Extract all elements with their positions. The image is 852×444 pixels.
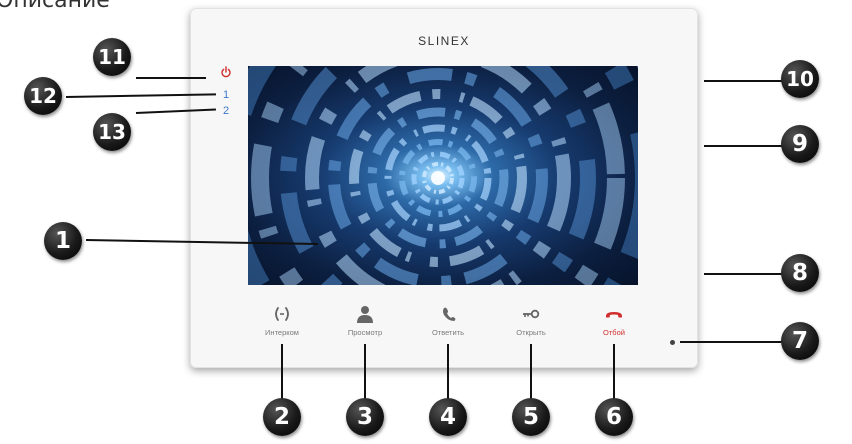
leader-line-8 — [704, 273, 782, 275]
brand-logo: SLINEX — [418, 34, 470, 48]
callout-11: 11 — [93, 38, 131, 76]
answer-phone-icon — [418, 303, 478, 325]
monitor-button[interactable]: Просмотр — [335, 303, 395, 337]
callout-1: 1 — [44, 222, 82, 260]
callout-4: 4 — [429, 398, 467, 436]
callout-8: 8 — [781, 254, 819, 292]
leader-line-2 — [281, 344, 283, 400]
callout-5: 5 — [512, 398, 550, 436]
callout-2: 2 — [263, 398, 301, 436]
page-title: Описание — [0, 0, 110, 13]
leader-line-6 — [613, 344, 615, 400]
hangup-button-label: Отбой — [603, 328, 625, 337]
microphone — [670, 340, 675, 345]
callout-13: 13 — [93, 113, 131, 151]
power-indicator-icon — [220, 66, 232, 78]
answer-button[interactable]: Ответить — [418, 303, 478, 337]
callout-9: 9 — [781, 125, 819, 163]
key-icon — [501, 303, 561, 325]
leader-line-9 — [704, 145, 782, 147]
person-icon — [335, 303, 395, 325]
indicator-1: 1 — [223, 89, 230, 101]
leader-line-3 — [364, 344, 366, 400]
callout-6: 6 — [595, 398, 633, 436]
leader-line-11 — [136, 77, 206, 79]
callout-12: 12 — [24, 77, 62, 115]
leader-line-7 — [680, 341, 782, 343]
intercom-button-label: Интерком — [265, 328, 299, 337]
display-screen — [248, 66, 638, 285]
hangup-button[interactable]: Отбой — [584, 303, 644, 337]
callout-3: 3 — [346, 398, 384, 436]
video-intercom-monitor: SLINEX 1 2 Интерком Просмотр Ответить От… — [190, 8, 698, 368]
indicator-2: 2 — [223, 105, 230, 117]
callout-7: 7 — [781, 322, 819, 360]
callout-10: 10 — [781, 60, 819, 98]
monitor-button-label: Просмотр — [347, 328, 383, 337]
intercom-icon — [252, 303, 312, 325]
intercom-button[interactable]: Интерком — [252, 303, 312, 337]
open-button[interactable]: Открыть — [501, 303, 561, 337]
leader-line-10 — [704, 80, 782, 82]
open-button-label: Открыть — [516, 328, 546, 337]
leader-line-5 — [530, 344, 532, 400]
answer-button-label: Ответить — [431, 328, 465, 337]
hangup-icon — [584, 303, 644, 325]
leader-line-4 — [447, 344, 449, 400]
